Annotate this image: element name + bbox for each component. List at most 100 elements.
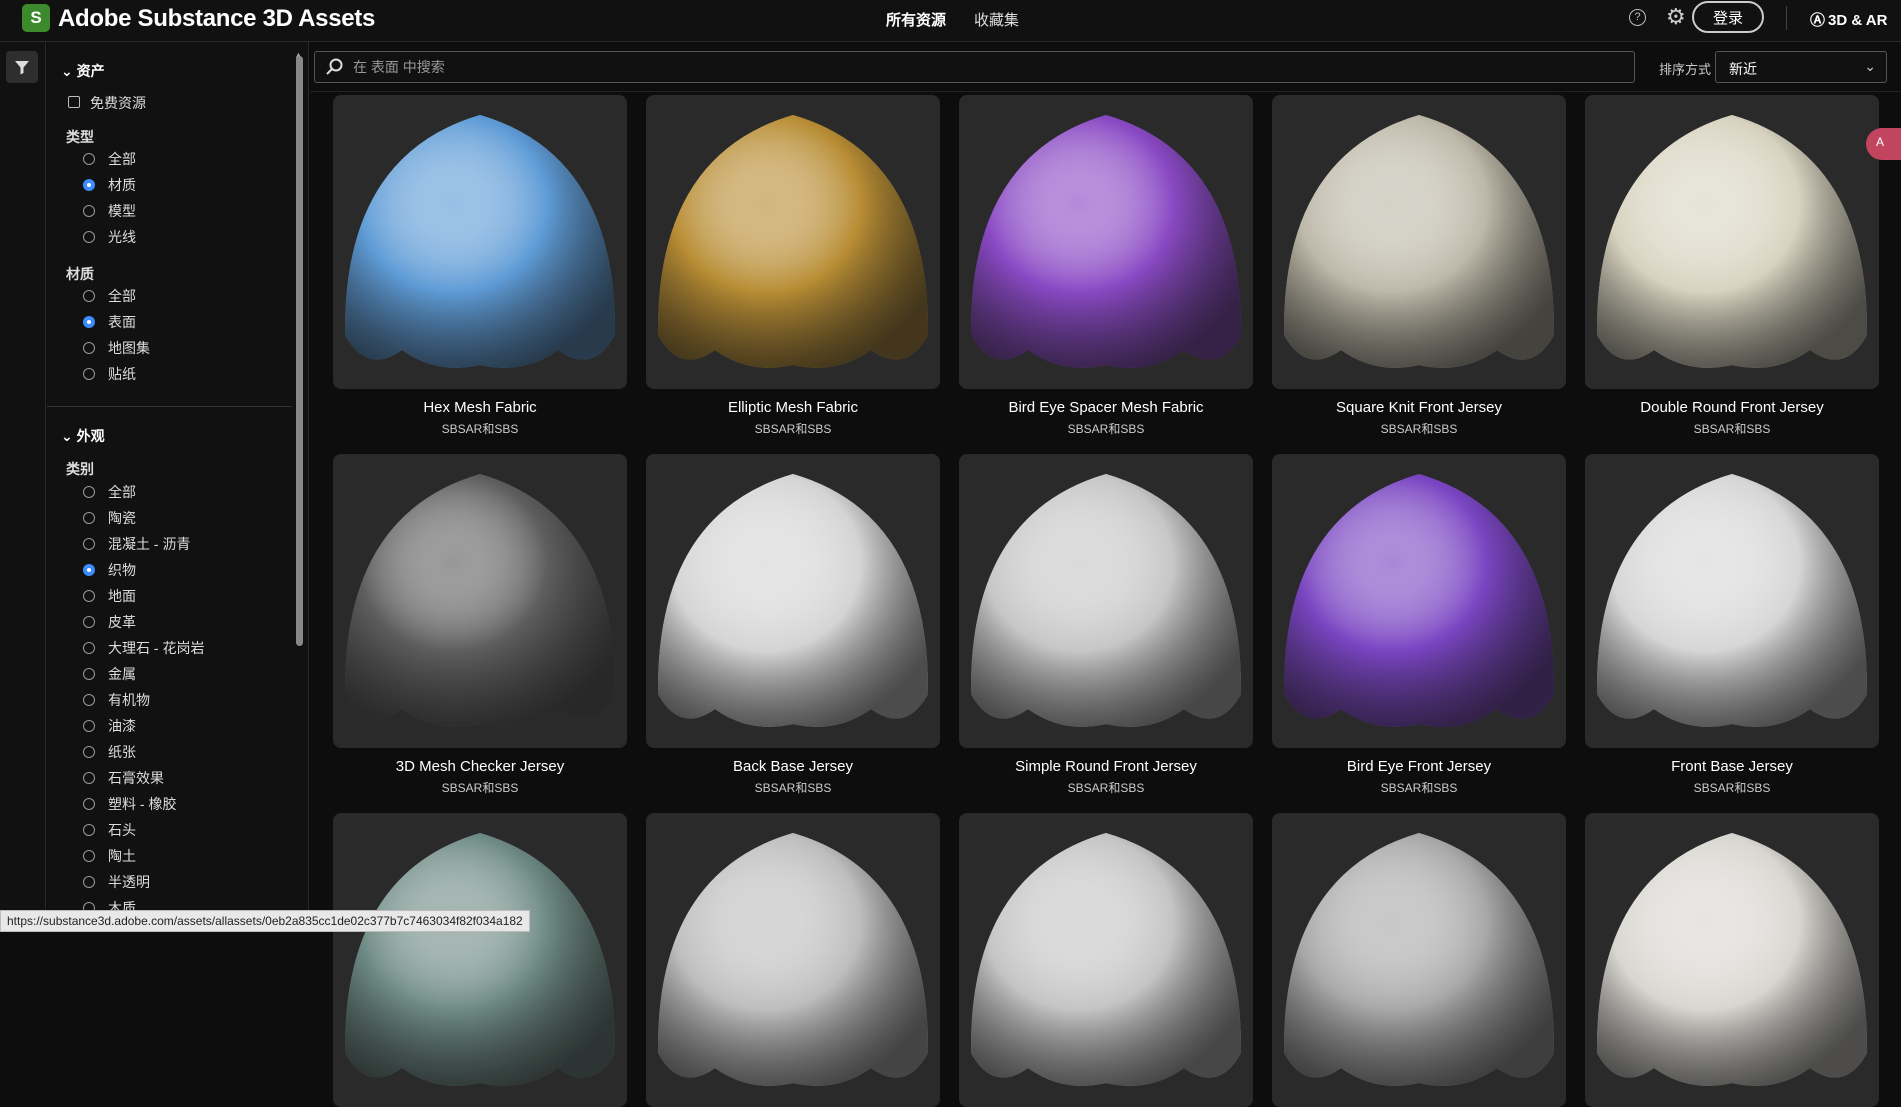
category-option[interactable]: 织物: [83, 560, 136, 580]
material-preview-image: [970, 474, 1242, 727]
asset-title[interactable]: Bird Eye Front Jersey: [1272, 758, 1566, 775]
material-preview-image: [657, 833, 929, 1086]
radio-icon[interactable]: [83, 153, 95, 165]
radio-icon[interactable]: [83, 231, 95, 243]
asset-card[interactable]: [646, 95, 940, 389]
asset-title[interactable]: Front Base Jersey: [1585, 758, 1879, 775]
type-option[interactable]: 材质: [83, 175, 136, 195]
material-preview-image: [1283, 115, 1555, 368]
sidebar-scrollbar[interactable]: [296, 56, 303, 646]
asset-card[interactable]: [1585, 454, 1879, 748]
radio-icon[interactable]: [83, 368, 95, 380]
asset-title[interactable]: Bird Eye Spacer Mesh Fabric: [959, 399, 1253, 416]
login-button[interactable]: 登录: [1692, 1, 1764, 33]
radio-icon[interactable]: [83, 746, 95, 758]
asset-title[interactable]: Hex Mesh Fabric: [333, 399, 627, 416]
material-preview-image: [970, 833, 1242, 1086]
category-option[interactable]: 石头: [83, 820, 136, 840]
sort-dropdown[interactable]: 新近 ⌄: [1715, 51, 1887, 83]
radio-icon[interactable]: [83, 512, 95, 524]
category-group-title: 类别: [66, 461, 94, 477]
3d-ar-link[interactable]: Ⓐ 3D & AR: [1810, 9, 1887, 30]
asset-title[interactable]: Double Round Front Jersey: [1585, 399, 1879, 416]
asset-card[interactable]: [333, 454, 627, 748]
category-option[interactable]: 全部: [83, 482, 136, 502]
radio-icon[interactable]: [83, 850, 95, 862]
type-option[interactable]: 模型: [83, 201, 136, 221]
free-assets-label[interactable]: 免费资源: [90, 93, 146, 113]
radio-icon[interactable]: [83, 538, 95, 550]
filter-toggle-button[interactable]: [6, 51, 38, 83]
translate-tab[interactable]: A: [1866, 128, 1901, 160]
radio-icon[interactable]: [83, 179, 95, 191]
radio-icon[interactable]: [83, 616, 95, 628]
gear-icon[interactable]: ⚙: [1666, 4, 1686, 30]
category-option[interactable]: 皮革: [83, 612, 136, 632]
material-option[interactable]: 地图集: [83, 338, 150, 358]
app-title[interactable]: Adobe Substance 3D Assets: [58, 5, 375, 33]
category-option[interactable]: 陶瓷: [83, 508, 136, 528]
asset-card[interactable]: [959, 813, 1253, 1107]
type-option[interactable]: 全部: [83, 149, 136, 169]
radio-icon[interactable]: [83, 486, 95, 498]
category-option[interactable]: 地面: [83, 586, 136, 606]
radio-icon[interactable]: [83, 564, 95, 576]
section-assets-header[interactable]: ⌄ 资产: [61, 61, 105, 81]
asset-card[interactable]: [646, 813, 940, 1107]
section-assets-label: 资产: [76, 63, 105, 79]
nav-all-assets[interactable]: 所有资源: [886, 9, 946, 30]
asset-card[interactable]: [1585, 95, 1879, 389]
asset-title[interactable]: Elliptic Mesh Fabric: [646, 399, 940, 416]
radio-icon[interactable]: [83, 798, 95, 810]
category-option[interactable]: 大理石 - 花岗岩: [83, 638, 204, 658]
category-option[interactable]: 陶土: [83, 846, 136, 866]
category-option-label: 全部: [108, 484, 136, 500]
radio-icon[interactable]: [83, 824, 95, 836]
asset-title[interactable]: Square Knit Front Jersey: [1272, 399, 1566, 416]
asset-title[interactable]: Back Base Jersey: [646, 758, 940, 775]
type-option[interactable]: 光线: [83, 227, 136, 247]
radio-icon[interactable]: [83, 876, 95, 888]
category-option[interactable]: 塑料 - 橡胶: [83, 794, 176, 814]
radio-icon[interactable]: [83, 205, 95, 217]
category-option[interactable]: 纸张: [83, 742, 136, 762]
asset-card[interactable]: [646, 454, 940, 748]
type-option-label: 材质: [108, 177, 136, 193]
asset-card[interactable]: [1585, 813, 1879, 1107]
free-assets-checkbox[interactable]: [68, 96, 80, 108]
material-option[interactable]: 贴纸: [83, 364, 136, 384]
category-option[interactable]: 混凝土 - 沥青: [83, 534, 190, 554]
asset-title[interactable]: Simple Round Front Jersey: [959, 758, 1253, 775]
asset-card[interactable]: [1272, 454, 1566, 748]
asset-card[interactable]: [959, 95, 1253, 389]
radio-icon[interactable]: [83, 590, 95, 602]
nav-favorites[interactable]: 收藏集: [974, 9, 1019, 30]
radio-icon[interactable]: [83, 772, 95, 784]
radio-icon[interactable]: [83, 316, 95, 328]
asset-card[interactable]: [333, 813, 627, 1107]
radio-icon[interactable]: [83, 668, 95, 680]
category-option[interactable]: 有机物: [83, 690, 150, 710]
section-appearance-header[interactable]: ⌄ 外观: [61, 426, 105, 446]
radio-icon[interactable]: [83, 720, 95, 732]
substance-logo-icon[interactable]: S: [22, 4, 50, 32]
radio-icon[interactable]: [83, 342, 95, 354]
asset-card[interactable]: [1272, 813, 1566, 1107]
category-option[interactable]: 金属: [83, 664, 136, 684]
asset-card[interactable]: [333, 95, 627, 389]
category-option[interactable]: 半透明: [83, 872, 150, 892]
help-icon[interactable]: ?: [1629, 9, 1646, 26]
material-option[interactable]: 全部: [83, 286, 136, 306]
category-option[interactable]: 石膏效果: [83, 768, 164, 788]
radio-icon[interactable]: [83, 290, 95, 302]
radio-icon[interactable]: [83, 642, 95, 654]
asset-card[interactable]: [1272, 95, 1566, 389]
material-option[interactable]: 表面: [83, 312, 136, 332]
material-preview-image: [1596, 833, 1868, 1086]
search-input[interactable]: [353, 57, 1553, 77]
asset-card[interactable]: [959, 454, 1253, 748]
search-bar[interactable]: [314, 51, 1635, 83]
asset-title[interactable]: 3D Mesh Checker Jersey: [333, 758, 627, 775]
radio-icon[interactable]: [83, 694, 95, 706]
category-option[interactable]: 油漆: [83, 716, 136, 736]
